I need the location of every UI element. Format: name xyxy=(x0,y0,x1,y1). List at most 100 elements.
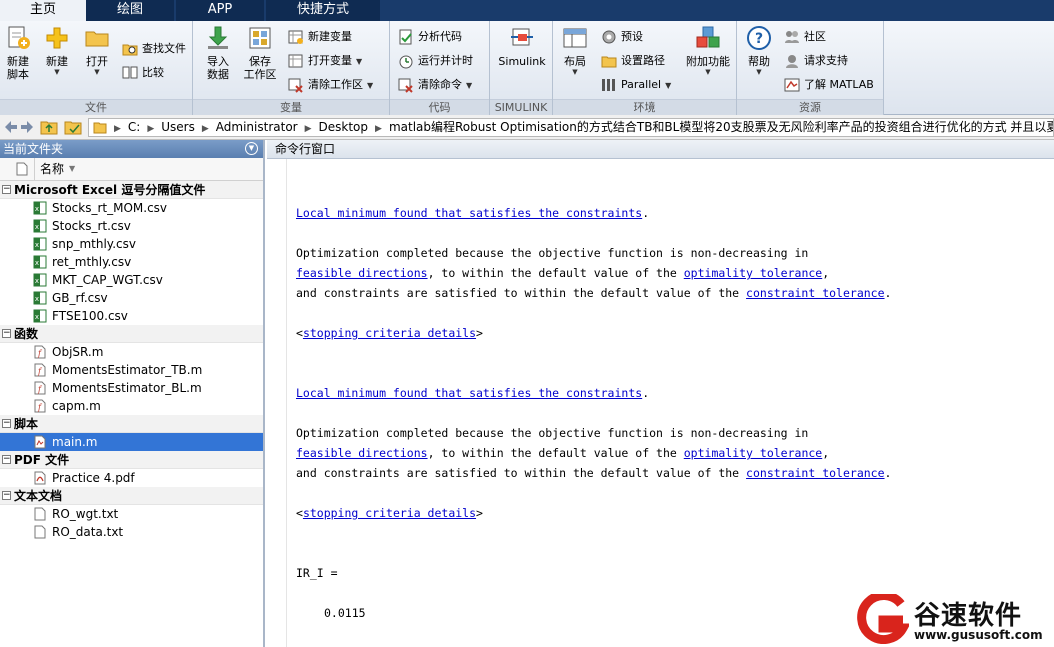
parallel-button[interactable]: Parallel ▼ xyxy=(601,75,671,95)
file-item-stocks-rt[interactable]: x Stocks_rt.csv xyxy=(0,217,263,235)
optimality-tolerance-link[interactable]: optimality tolerance xyxy=(684,446,822,460)
analyze-code-icon xyxy=(399,29,412,45)
breadcrumb-project-folder[interactable]: matlab编程Robust Optimisation的方式结合TB和BL模型将… xyxy=(385,119,1053,136)
addons-button[interactable]: 附加功能 ▼ xyxy=(683,25,733,76)
preferences-button[interactable]: 预设 xyxy=(601,27,643,47)
open-variable-label: 打开变量 xyxy=(308,54,352,67)
file-item-snp-mthly[interactable]: x snp_mthly.csv xyxy=(0,235,263,253)
file-item-ftse100[interactable]: x FTSE100.csv xyxy=(0,307,263,325)
help-button[interactable]: ? 帮助 ▼ xyxy=(743,25,775,76)
set-path-button[interactable]: 设置路径 xyxy=(601,51,665,71)
layout-label: 布局 xyxy=(564,55,586,68)
forward-arrow-icon[interactable] xyxy=(20,119,36,135)
clear-commands-button[interactable]: 清除命令 ▼ xyxy=(398,75,472,95)
find-files-button[interactable]: 查找文件 xyxy=(122,39,186,59)
collapse-icon[interactable]: − xyxy=(2,419,11,428)
breadcrumb-desktop[interactable]: Desktop xyxy=(315,119,373,136)
category-functions[interactable]: − 函数 xyxy=(0,325,263,343)
column-header[interactable]: 名称 ▼ xyxy=(0,158,263,181)
simulink-icon xyxy=(511,28,533,46)
category-label: 脚本 xyxy=(14,417,39,431)
back-arrow-icon[interactable] xyxy=(2,119,18,135)
collapse-icon[interactable]: − xyxy=(2,491,11,500)
breadcrumb-drive[interactable]: C: xyxy=(124,119,144,136)
clear-workspace-icon xyxy=(288,78,303,93)
tab-plots[interactable]: 绘图 xyxy=(86,0,174,21)
new-script-button[interactable]: 新建 脚本 xyxy=(2,25,34,81)
local-minimum-link[interactable]: Local minimum found that satisfies the c… xyxy=(296,386,642,400)
clear-workspace-button[interactable]: 清除工作区 ▼ xyxy=(288,75,373,95)
chevron-down-icon: ▼ xyxy=(705,68,711,76)
browse-folder-icon[interactable] xyxy=(64,119,82,135)
tab-apps[interactable]: APP xyxy=(176,0,264,21)
file-item-stocks-rt-mom[interactable]: x Stocks_rt_MOM.csv xyxy=(0,199,263,217)
import-data-button[interactable]: 导入 数据 xyxy=(201,25,235,81)
file-item-objsr[interactable]: f ObjSR.m xyxy=(0,343,263,361)
learn-matlab-button[interactable]: 了解 MATLAB xyxy=(784,75,874,95)
stopping-criteria-link[interactable]: stopping criteria details xyxy=(303,506,476,520)
file-name: MomentsEstimator_BL.m xyxy=(52,381,202,395)
save-workspace-button[interactable]: 保存 工作区 xyxy=(241,25,279,81)
open-variable-button[interactable]: 打开变量 ▼ xyxy=(288,51,362,71)
file-name: FTSE100.csv xyxy=(52,309,128,323)
open-button[interactable]: 打开 ▼ xyxy=(80,25,114,76)
file-item-capm[interactable]: f capm.m xyxy=(0,397,263,415)
output-line: Local minimum found that satisfies the c… xyxy=(296,206,650,220)
file-name: ObjSR.m xyxy=(52,345,104,359)
constraint-tolerance-link[interactable]: constraint tolerance xyxy=(746,466,884,480)
file-item-main[interactable]: main.m xyxy=(0,433,263,451)
run-and-time-button[interactable]: 运行并计时 xyxy=(398,51,473,71)
simulink-button[interactable]: Simulink xyxy=(496,25,548,68)
svg-text:?: ? xyxy=(755,31,763,47)
file-item-mkt-cap-wgt[interactable]: x MKT_CAP_WGT.csv xyxy=(0,271,263,289)
file-item-ro-data[interactable]: RO_data.txt xyxy=(0,523,263,541)
command-window-output[interactable]: Local minimum found that satisfies the c… xyxy=(267,159,1054,647)
collapse-icon[interactable]: − xyxy=(2,185,11,194)
output-line: Optimization completed because the objec… xyxy=(296,426,809,440)
category-excel-csv[interactable]: − Microsoft Excel 逗号分隔值文件 xyxy=(0,181,263,199)
panel-menu-chevron-icon[interactable]: ▼ xyxy=(245,142,258,155)
excel-file-icon: x xyxy=(33,219,47,233)
resources-group: ? 帮助 ▼ 社区 请求支持 了解 MATLAB 资源 xyxy=(737,21,884,115)
file-item-moments-bl[interactable]: f MomentsEstimator_BL.m xyxy=(0,379,263,397)
new-variable-button[interactable]: 新建变量 xyxy=(288,27,352,47)
constraint-tolerance-link[interactable]: constraint tolerance xyxy=(746,286,884,300)
tab-shortcuts[interactable]: 快捷方式 xyxy=(266,0,380,21)
collapse-icon[interactable]: − xyxy=(2,329,11,338)
file-item-practice-4[interactable]: Practice 4.pdf xyxy=(0,469,263,487)
run-and-time-label: 运行并计时 xyxy=(418,54,473,67)
breadcrumb-administrator[interactable]: Administrator xyxy=(212,119,302,136)
stopping-criteria-link[interactable]: stopping criteria details xyxy=(303,326,476,340)
feasible-directions-link[interactable]: feasible directions xyxy=(296,266,428,280)
optimality-tolerance-link[interactable]: optimality tolerance xyxy=(684,266,822,280)
category-pdf[interactable]: − PDF 文件 xyxy=(0,451,263,469)
file-item-ret-mthly[interactable]: x ret_mthly.csv xyxy=(0,253,263,271)
layout-button[interactable]: 布局 ▼ xyxy=(559,25,591,76)
svg-text:x: x xyxy=(35,295,39,303)
local-minimum-link[interactable]: Local minimum found that satisfies the c… xyxy=(296,206,642,220)
up-folder-icon[interactable] xyxy=(40,119,58,135)
category-label: PDF 文件 xyxy=(14,453,70,467)
matlab-function-icon: f xyxy=(34,345,46,359)
compare-button[interactable]: 比较 xyxy=(122,63,164,83)
request-support-button[interactable]: 请求支持 xyxy=(784,51,848,71)
simulink-group: Simulink SIMULINK xyxy=(490,21,553,115)
open-label: 打开 xyxy=(86,55,108,68)
chevron-down-icon: ▼ xyxy=(572,68,578,76)
layout-icon xyxy=(563,28,587,48)
category-scripts[interactable]: − 脚本 xyxy=(0,415,263,433)
community-button[interactable]: 社区 xyxy=(784,27,826,47)
new-button[interactable]: 新建 ▼ xyxy=(40,25,74,76)
file-item-ro-wgt[interactable]: RO_wgt.txt xyxy=(0,505,263,523)
help-label: 帮助 xyxy=(748,55,770,68)
file-item-gb-rf[interactable]: x GB_rf.csv xyxy=(0,289,263,307)
file-item-moments-tb[interactable]: f MomentsEstimator_TB.m xyxy=(0,361,263,379)
feasible-directions-link[interactable]: feasible directions xyxy=(296,446,428,460)
collapse-icon[interactable]: − xyxy=(2,455,11,464)
column-divider xyxy=(34,158,35,180)
tab-home[interactable]: 主页 xyxy=(0,0,86,21)
path-breadcrumb[interactable]: ▶ C: ▶ Users ▶ Administrator ▶ Desktop ▶ matlab编程… xyxy=(88,118,1054,137)
breadcrumb-users[interactable]: Users xyxy=(157,119,199,136)
category-text[interactable]: − 文本文档 xyxy=(0,487,263,505)
analyze-code-button[interactable]: 分析代码 xyxy=(398,27,462,47)
